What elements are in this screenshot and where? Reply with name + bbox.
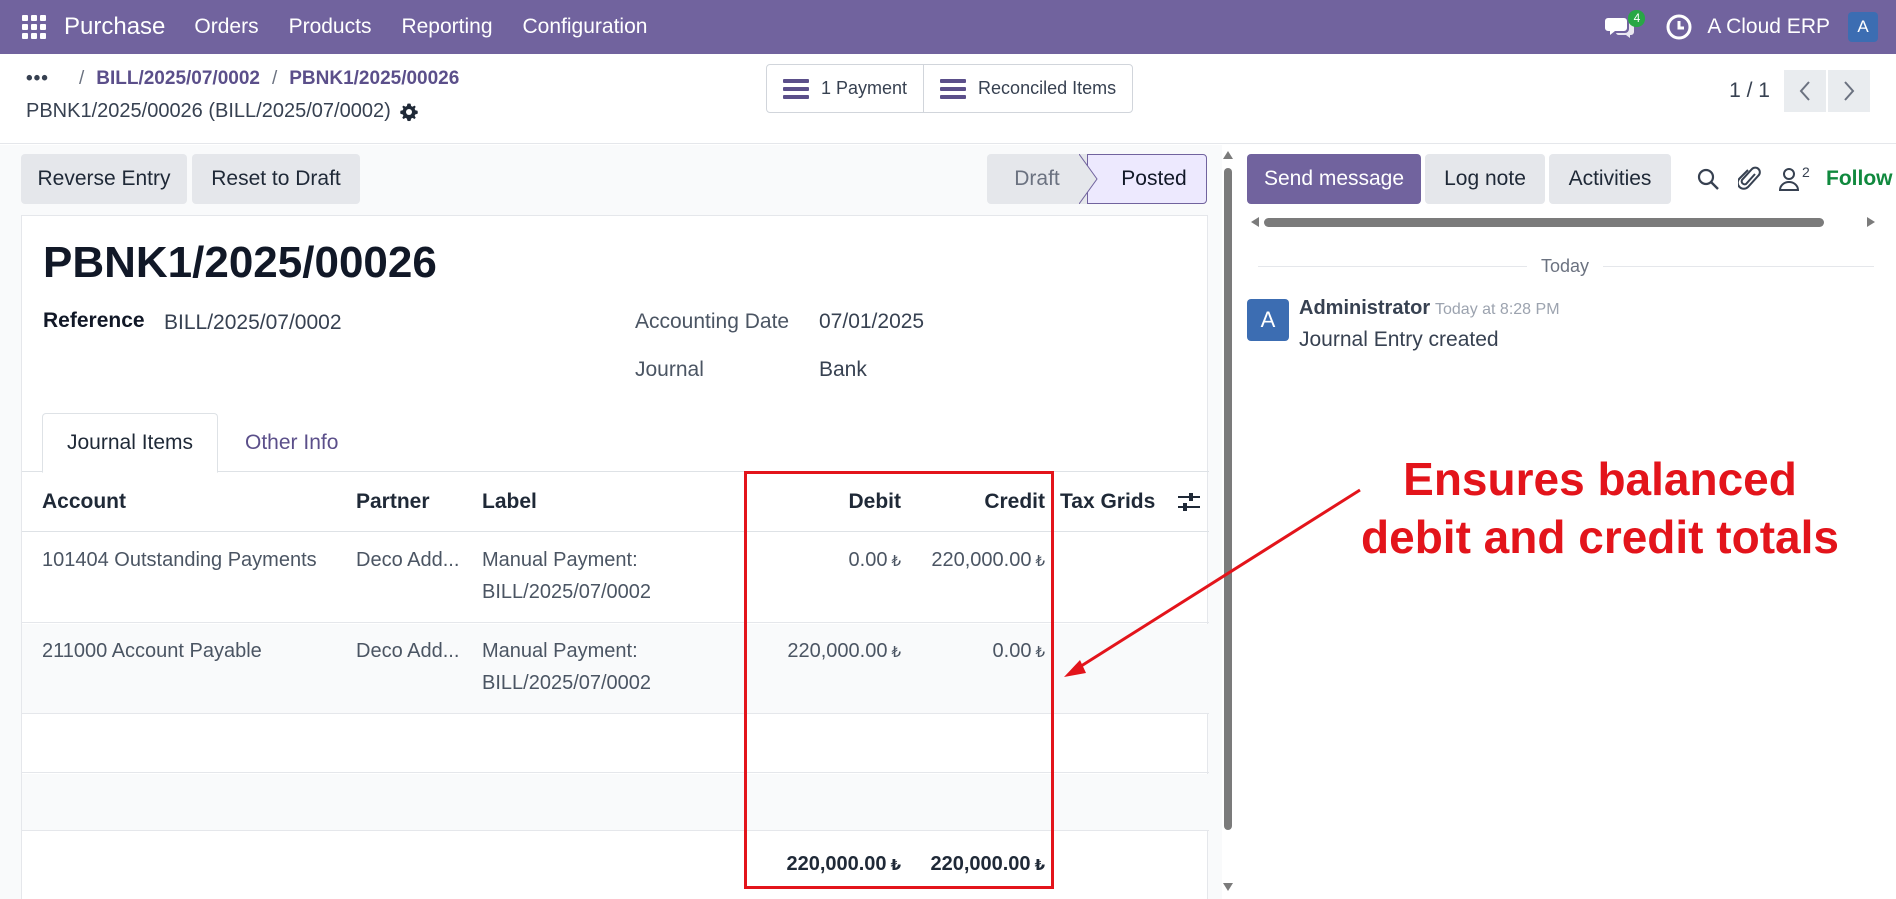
payment-smart-button[interactable]: 1 Payment bbox=[767, 65, 923, 112]
chevron-left-icon bbox=[1799, 81, 1810, 101]
accounting-date-label: Accounting Date bbox=[635, 310, 790, 333]
breadcrumb-collapsed-dots[interactable]: ••• bbox=[26, 68, 49, 90]
status-arrow-separator bbox=[1079, 154, 1098, 204]
optional-columns-sliders-icon[interactable] bbox=[1177, 492, 1201, 512]
control-panel: ••• / BILL/2025/07/0002 / PBNK1/2025/000… bbox=[0, 54, 1896, 144]
user-avatar[interactable]: A bbox=[1848, 12, 1878, 42]
row-label-line1: Manual Payment: bbox=[482, 549, 638, 571]
activity-clock-icon[interactable] bbox=[1665, 13, 1693, 41]
date-separator: Today bbox=[1527, 256, 1604, 277]
row-account: 211000 Account Payable bbox=[42, 640, 262, 662]
top-navbar: Purchase Orders Products Reporting Confi… bbox=[0, 0, 1896, 54]
gear-icon[interactable] bbox=[399, 102, 419, 122]
reference-field[interactable]: BILL/2025/07/0002 bbox=[164, 311, 342, 335]
menu-configuration[interactable]: Configuration bbox=[523, 15, 648, 39]
pager: 1 / 1 bbox=[1729, 70, 1870, 112]
smart-buttons: 1 Payment Reconciled Items bbox=[766, 64, 1134, 113]
reverse-entry-button[interactable]: Reverse Entry bbox=[21, 154, 187, 204]
record-title: PBNK1/2025/00026 (BILL/2025/07/0002) bbox=[26, 100, 419, 123]
tab-journal-items[interactable]: Journal Items bbox=[42, 413, 219, 473]
followers-icon[interactable] bbox=[1778, 167, 1800, 191]
reconciled-items-label: Reconciled Items bbox=[978, 78, 1117, 98]
scrollbar-thumb[interactable] bbox=[1224, 168, 1232, 830]
tab-other-info[interactable]: Other Info bbox=[221, 413, 362, 472]
breadcrumb: ••• / BILL/2025/07/0002 / PBNK1/2025/000… bbox=[26, 68, 459, 90]
journal-label: Journal bbox=[635, 358, 704, 381]
journal-field[interactable]: Bank bbox=[819, 358, 867, 382]
search-icon[interactable] bbox=[1696, 167, 1720, 191]
breadcrumb-separator: / bbox=[78, 68, 85, 89]
message-author-avatar[interactable]: A bbox=[1247, 299, 1289, 341]
menu-reporting[interactable]: Reporting bbox=[401, 15, 492, 39]
row-label-line2: BILL/2025/07/0002 bbox=[482, 581, 652, 603]
chevron-right-icon bbox=[1844, 81, 1855, 101]
message-author[interactable]: Administrator bbox=[1299, 297, 1430, 320]
breadcrumb-payment[interactable]: PBNK1/2025/00026 bbox=[289, 68, 459, 90]
row-label-line1: Manual Payment: bbox=[482, 640, 638, 662]
breadcrumb-bill[interactable]: BILL/2025/07/0002 bbox=[96, 68, 260, 90]
list-icon bbox=[783, 78, 809, 99]
row-partner: Deco Add... bbox=[356, 640, 460, 662]
column-account[interactable]: Account bbox=[42, 490, 126, 514]
send-message-button[interactable]: Send message bbox=[1247, 154, 1421, 204]
accounting-date-field[interactable]: 07/01/2025 bbox=[819, 310, 924, 334]
reference-label: Reference bbox=[43, 309, 145, 332]
status-posted: Posted bbox=[1087, 154, 1207, 204]
scroll-down-arrow-icon[interactable] bbox=[1222, 882, 1234, 892]
notebook-tabs: Journal Items Other Info bbox=[22, 413, 1209, 473]
scroll-right-arrow-icon[interactable] bbox=[1866, 216, 1876, 228]
pager-previous-button[interactable] bbox=[1784, 70, 1826, 112]
activities-button[interactable]: Activities bbox=[1549, 154, 1671, 204]
scrollbar-thumb[interactable] bbox=[1264, 218, 1824, 227]
company-switcher[interactable]: A Cloud ERP bbox=[1707, 15, 1830, 39]
payment-smart-button-label: 1 Payment bbox=[821, 78, 908, 98]
annotation-highlight-box bbox=[744, 471, 1054, 889]
log-note-button[interactable]: Log note bbox=[1425, 154, 1545, 204]
message-time: Today at 8:28 PM bbox=[1435, 301, 1560, 318]
column-label[interactable]: Label bbox=[482, 490, 537, 514]
entry-name: PBNK1/2025/00026 bbox=[43, 238, 437, 287]
follow-button[interactable]: Follow bbox=[1826, 167, 1896, 191]
app-name[interactable]: Purchase bbox=[64, 13, 165, 41]
reconciled-items-smart-button[interactable]: Reconciled Items bbox=[923, 65, 1132, 112]
messages-badge: 4 bbox=[1628, 10, 1646, 27]
annotation-line-1: Ensures balanced bbox=[1403, 453, 1797, 505]
messages-icon[interactable]: 4 bbox=[1605, 10, 1646, 42]
pager-next-button[interactable] bbox=[1828, 70, 1870, 112]
apps-menu-icon[interactable] bbox=[20, 13, 48, 41]
pager-value[interactable]: 1 / 1 bbox=[1729, 79, 1770, 103]
list-icon bbox=[940, 78, 967, 99]
annotation-line-2: debit and credit totals bbox=[1361, 511, 1839, 563]
row-label-line2: BILL/2025/07/0002 bbox=[482, 672, 652, 694]
form-vertical-scrollbar[interactable] bbox=[1222, 150, 1234, 899]
chatter-horizontal-scrollbar[interactable] bbox=[1250, 215, 1876, 229]
scroll-up-arrow-icon[interactable] bbox=[1222, 150, 1234, 160]
scroll-left-arrow-icon[interactable] bbox=[1250, 216, 1260, 228]
followers-count: 2 bbox=[1802, 164, 1810, 180]
column-tax-grids[interactable]: Tax Grids bbox=[1060, 490, 1155, 514]
menu-orders[interactable]: Orders bbox=[194, 15, 258, 39]
message-body: Journal Entry created bbox=[1299, 328, 1499, 351]
column-partner[interactable]: Partner bbox=[356, 490, 430, 514]
row-account: 101404 Outstanding Payments bbox=[42, 549, 317, 571]
annotation-callout: Ensures balanced debit and credit totals bbox=[1320, 450, 1880, 566]
record-title-text: PBNK1/2025/00026 (BILL/2025/07/0002) bbox=[26, 100, 391, 122]
menu-products[interactable]: Products bbox=[289, 15, 372, 39]
breadcrumb-separator: / bbox=[271, 68, 278, 89]
paperclip-icon[interactable] bbox=[1738, 165, 1762, 193]
row-partner: Deco Add... bbox=[356, 549, 460, 571]
status-draft[interactable]: Draft bbox=[987, 154, 1087, 204]
reset-to-draft-button[interactable]: Reset to Draft bbox=[192, 154, 360, 204]
